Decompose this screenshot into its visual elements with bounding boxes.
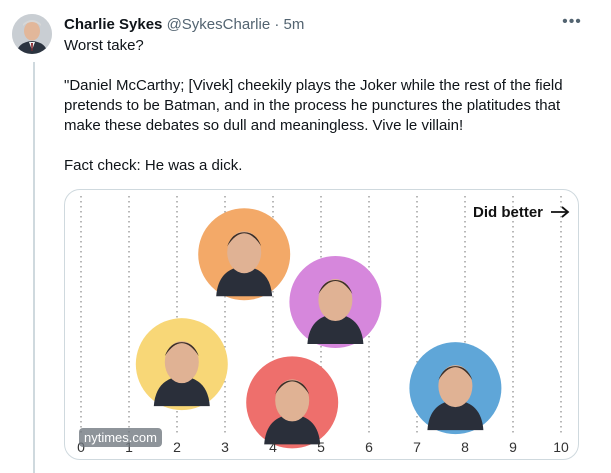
candidate-point bbox=[198, 208, 291, 301]
debate-chart: 0 1 2 3 4 5 6 7 8 9 10 Did better bbox=[77, 196, 570, 455]
x-tick-label: 2 bbox=[173, 439, 181, 455]
media-card[interactable]: 0 1 2 3 4 5 6 7 8 9 10 Did better nytimes.com bbox=[64, 189, 579, 460]
tweet-paragraph: "Daniel McCarthy; [Vivek] cheekily plays… bbox=[64, 77, 563, 134]
x-tick-label: 6 bbox=[365, 439, 373, 455]
candidate-point bbox=[289, 256, 382, 349]
separator-dot: · bbox=[274, 16, 280, 33]
x-tick-label: 9 bbox=[509, 439, 517, 455]
candidate-point bbox=[409, 342, 502, 435]
candidate-point bbox=[246, 356, 339, 449]
x-tick-label: 7 bbox=[413, 439, 421, 455]
source-watermark: nytimes.com bbox=[79, 428, 162, 447]
x-tick-label: 5 bbox=[317, 439, 325, 455]
arrow-right-icon bbox=[551, 206, 570, 218]
tweet-text: Worst take? "Daniel McCarthy; [Vivek] ch… bbox=[64, 36, 594, 176]
timestamp[interactable]: 5m bbox=[284, 16, 305, 33]
author-avatar[interactable] bbox=[12, 14, 52, 54]
author-handle[interactable]: @SykesCharlie bbox=[167, 16, 271, 33]
more-options-icon[interactable]: ••• bbox=[560, 12, 584, 36]
author-name[interactable]: Charlie Sykes bbox=[64, 16, 162, 33]
candidate-point bbox=[135, 318, 228, 411]
tweet-paragraph: Fact check: He was a dick. bbox=[64, 157, 243, 174]
annotation-label: Did better bbox=[473, 204, 543, 221]
thread-line bbox=[33, 62, 35, 473]
tweet-paragraph: Worst take? bbox=[64, 37, 144, 54]
x-tick-label: 4 bbox=[269, 439, 277, 455]
x-tick-label: 8 bbox=[461, 439, 469, 455]
tweet-header: Charlie Sykes @SykesCharlie · 5m bbox=[64, 16, 304, 34]
x-tick-label: 10 bbox=[553, 439, 569, 455]
x-tick-label: 3 bbox=[221, 439, 229, 455]
